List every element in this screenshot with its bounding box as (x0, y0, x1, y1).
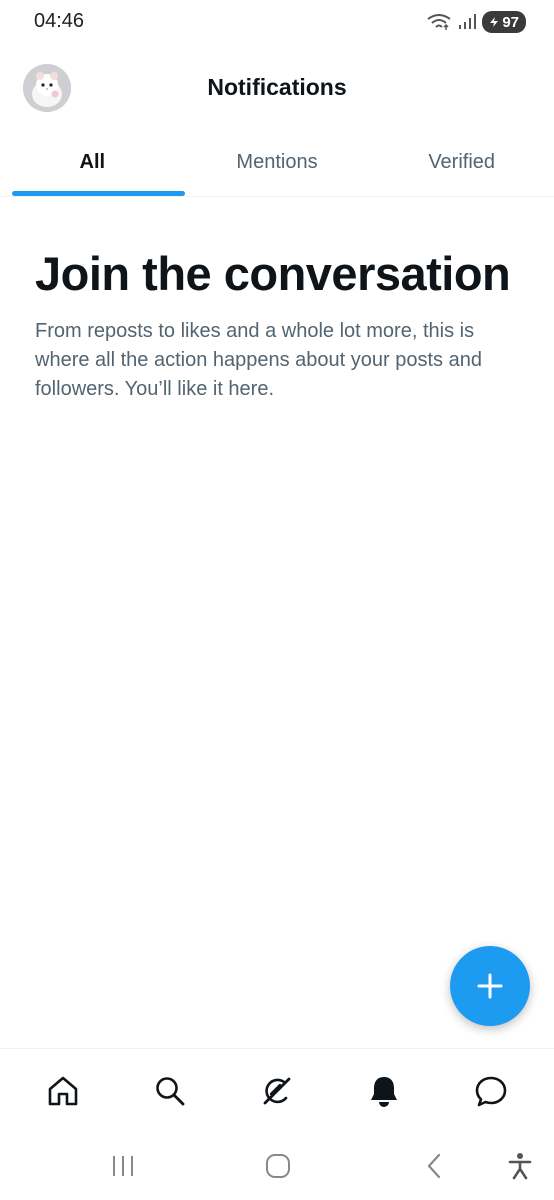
back-button[interactable] (414, 1150, 454, 1182)
nav-search[interactable] (142, 1063, 198, 1119)
page-title: Notifications (207, 74, 347, 100)
grok-icon (263, 1077, 291, 1104)
back-icon (427, 1153, 441, 1179)
plus-icon (477, 973, 503, 999)
bell-icon (370, 1076, 397, 1107)
battery-level: 97 (502, 13, 519, 31)
nav-messages[interactable] (463, 1063, 519, 1119)
tab-mentions[interactable]: Mentions (185, 128, 370, 196)
accessibility-button[interactable] (500, 1150, 540, 1182)
system-nav (0, 1132, 554, 1200)
empty-state-title: Join the conversation (35, 247, 511, 300)
nav-home[interactable] (35, 1063, 91, 1119)
system-home-button[interactable] (258, 1150, 298, 1182)
tab-label: Verified (428, 151, 496, 173)
nav-grok[interactable] (249, 1063, 305, 1119)
tab-all[interactable]: All (0, 128, 185, 196)
recents-icon (113, 1156, 133, 1176)
signal-icon (459, 14, 477, 29)
status-time: 04:46 (34, 10, 85, 32)
wifi-icon (427, 14, 451, 30)
empty-state-body: From reposts to likes and a whole lot mo… (35, 320, 482, 400)
tab-bar: All Mentions Verified (0, 128, 554, 197)
nav-notifications[interactable] (356, 1063, 412, 1119)
bottom-nav (0, 1048, 554, 1132)
search-icon (156, 1076, 185, 1105)
status-bar: 04:46 97 (0, 0, 554, 44)
compose-button[interactable] (450, 946, 530, 1026)
accessibility-icon (508, 1153, 532, 1180)
tab-label: All (79, 151, 106, 173)
home-circle-icon (266, 1154, 290, 1178)
recents-button[interactable] (103, 1150, 143, 1182)
tab-verified[interactable]: Verified (369, 128, 554, 196)
battery-icon: 97 (482, 11, 526, 33)
active-tab-indicator (12, 191, 185, 196)
chat-icon (475, 1076, 506, 1106)
empty-state: Join the conversation From reposts to li… (35, 245, 530, 404)
header: Notifications (0, 56, 554, 120)
tab-label: Mentions (236, 151, 318, 173)
home-icon (49, 1076, 78, 1105)
status-icons: 97 (426, 11, 526, 33)
